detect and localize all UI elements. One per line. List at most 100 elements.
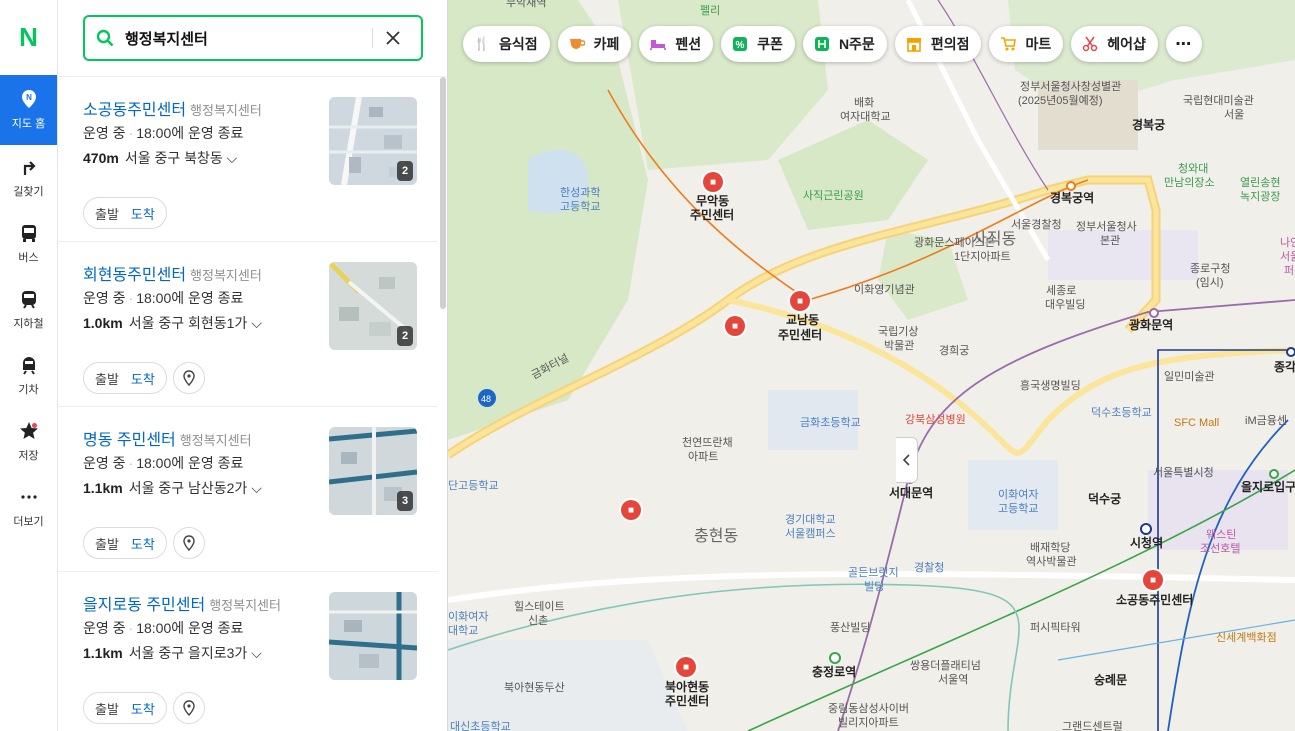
arrive-button[interactable]: 도착 — [131, 204, 155, 223]
route-pill: 출발 도착 — [83, 527, 167, 559]
rail-item-subway[interactable]: 지하철 — [0, 277, 57, 343]
map-pin-icon — [183, 370, 195, 386]
rail-label: 버스 — [18, 252, 39, 264]
chip-pension[interactable]: 펜션 — [639, 26, 714, 62]
arrive-button[interactable]: 도착 — [131, 534, 155, 553]
map-label: 강북삼성병원 — [905, 414, 966, 426]
collapse-panel-button[interactable] — [896, 437, 918, 483]
map-label: SFC Mall — [1174, 417, 1220, 429]
chip-convenience-store[interactable]: 편의점 — [894, 26, 982, 62]
rail-label: 더보기 — [13, 516, 44, 528]
chip-hair-salon[interactable]: 헤어샵 — [1071, 26, 1158, 62]
map-label: iM금융센 — [1245, 415, 1287, 427]
map-label: 경복궁역 — [1050, 191, 1095, 205]
directions-icon — [23, 161, 36, 175]
result-item[interactable]: 회현동주민센터 행정복지센터 운영 중 · 18:00에 운영 종료 1.0km 서울 … — [58, 242, 438, 407]
cart-icon — [999, 35, 1017, 53]
place-name-link[interactable]: 소공동주민센터 — [83, 102, 186, 119]
open-status: 운영 중 — [83, 290, 126, 306]
map-label: 국립현대미술관 — [1183, 95, 1254, 107]
result-list-scrollbar[interactable] — [440, 77, 446, 309]
chevron-down-icon: ⌵ — [251, 480, 262, 496]
arrive-button[interactable]: 도착 — [131, 369, 155, 388]
address: 서울 중구 남산동2가 — [128, 480, 248, 496]
community-center-pin[interactable]: ■ — [676, 657, 696, 677]
map-label: 청와대 — [1178, 163, 1209, 175]
chip-more-button[interactable]: ⋯ — [1165, 26, 1202, 62]
map-label: 쌍용더플래티넘 — [910, 660, 981, 672]
map-label: 퍼시픽타워 — [1030, 622, 1081, 634]
place-name-link[interactable]: 명동 주민센터 — [83, 432, 176, 449]
chip-norder[interactable]: N주문 — [802, 26, 887, 62]
depart-button[interactable]: 출발 — [95, 369, 119, 388]
map-label: (임시) — [1196, 277, 1224, 289]
place-photo[interactable]: 2 — [329, 262, 417, 350]
community-center-pin[interactable]: ■ — [703, 172, 723, 192]
search-icon[interactable] — [85, 29, 125, 47]
opening-hours: 운영 중 · 18:00에 운영 종료 — [83, 455, 244, 471]
map-label: 웨스틴 — [1206, 529, 1237, 541]
distance-address[interactable]: 470m 서울 중구 북창동 ⌵ — [83, 148, 237, 168]
chip-mart[interactable]: 마트 — [989, 26, 1064, 62]
route-pill: 출발 도착 — [83, 692, 167, 724]
map-pin-button[interactable] — [172, 692, 205, 724]
map-canvas[interactable]: ■ ■ ■ ■ ■ ■ 무악재역 펠리 정부서울청사창성별관 (2025년05월… — [448, 0, 1295, 731]
scissors-icon — [1081, 35, 1099, 53]
rail-item-bus[interactable]: 버스 — [0, 211, 57, 277]
map-pin-icon — [183, 700, 195, 716]
map-label: 고등학교 — [560, 201, 601, 213]
depart-button[interactable]: 출발 — [95, 699, 119, 718]
map-label: 고등학교 — [998, 503, 1039, 515]
open-status: 운영 중 — [83, 125, 126, 141]
place-photo[interactable]: 3 — [329, 427, 417, 515]
community-center-pin[interactable]: ■ — [1143, 570, 1163, 590]
map-label: 서울 — [1280, 251, 1295, 263]
rail-item-map-home[interactable]: N 지도 홈 — [0, 75, 57, 145]
place-name-link[interactable]: 을지로동 주민센터 — [83, 597, 205, 614]
photo-count-badge: 2 — [397, 161, 413, 181]
map-label: 만남의장소 — [1164, 177, 1215, 189]
chip-restaurant[interactable]: 🍴 음식점 — [463, 26, 550, 62]
naver-logo[interactable]: N — [0, 0, 57, 75]
map-label: 빌딩 — [864, 581, 885, 593]
result-item[interactable]: 을지로동 주민센터 행정복지센터 운영 중 · 18:00에 운영 종료 1.1km 서… — [58, 572, 438, 731]
chip-label: 편의점 — [930, 36, 970, 52]
arrive-button[interactable]: 도착 — [131, 699, 155, 718]
map-label: 1단지아파트 — [954, 251, 1011, 263]
rail-item-more[interactable]: 더보기 — [0, 475, 57, 541]
map-label: 충현동 — [694, 528, 739, 545]
depart-button[interactable]: 출발 — [95, 534, 119, 553]
map-label: 사직동 — [972, 231, 1017, 248]
map-label: 무악재역 — [506, 0, 547, 9]
rail-item-saved[interactable]: 저장 — [0, 409, 57, 475]
distance-address[interactable]: 1.0km 서울 중구 회현동1가 ⌵ — [83, 313, 262, 333]
rail-item-train[interactable]: 기차 — [0, 343, 57, 409]
more-icon — [20, 495, 37, 499]
place-photo[interactable]: 2 — [329, 97, 417, 185]
depart-button[interactable]: 출발 — [95, 204, 119, 223]
map-label: 펠리 — [700, 5, 721, 17]
opening-hours: 운영 중 · 18:00에 운영 종료 — [83, 620, 244, 636]
map-label: 신촌 — [528, 615, 549, 627]
rail-label: 기차 — [18, 384, 39, 396]
chip-cafe[interactable]: 카페 — [557, 26, 632, 62]
community-center-pin[interactable]: ■ — [621, 500, 641, 520]
search-box — [83, 15, 423, 61]
place-name-link[interactable]: 회현동주민센터 — [83, 267, 186, 284]
rail-item-directions[interactable]: 길찾기 — [0, 145, 57, 211]
search-input[interactable] — [125, 29, 370, 47]
community-center-pin[interactable]: ■ — [725, 316, 745, 336]
bus-icon — [21, 225, 36, 242]
place-photo[interactable] — [329, 592, 417, 680]
result-actions: 출발 도착 — [83, 362, 205, 394]
community-center-pin[interactable]: ■ — [790, 291, 810, 311]
map-pin-button[interactable] — [172, 362, 205, 394]
distance-address[interactable]: 1.1km 서울 중구 을지로3가 ⌵ — [83, 643, 262, 663]
result-item[interactable]: 명동 주민센터 행정복지센터 운영 중 · 18:00에 운영 종료 1.1km 서울 … — [58, 407, 438, 572]
distance-address[interactable]: 1.1km 서울 중구 남산동2가 ⌵ — [83, 478, 262, 498]
clear-search-button[interactable] — [373, 31, 413, 45]
map-pin-button[interactable] — [172, 527, 205, 559]
chip-coupon[interactable]: % 쿠폰 — [721, 26, 795, 62]
svg-text:%: % — [736, 40, 745, 51]
result-item[interactable]: 소공동주민센터 행정복지센터 운영 중 · 18:00에 운영 종료 470m 서울 중… — [58, 77, 438, 242]
